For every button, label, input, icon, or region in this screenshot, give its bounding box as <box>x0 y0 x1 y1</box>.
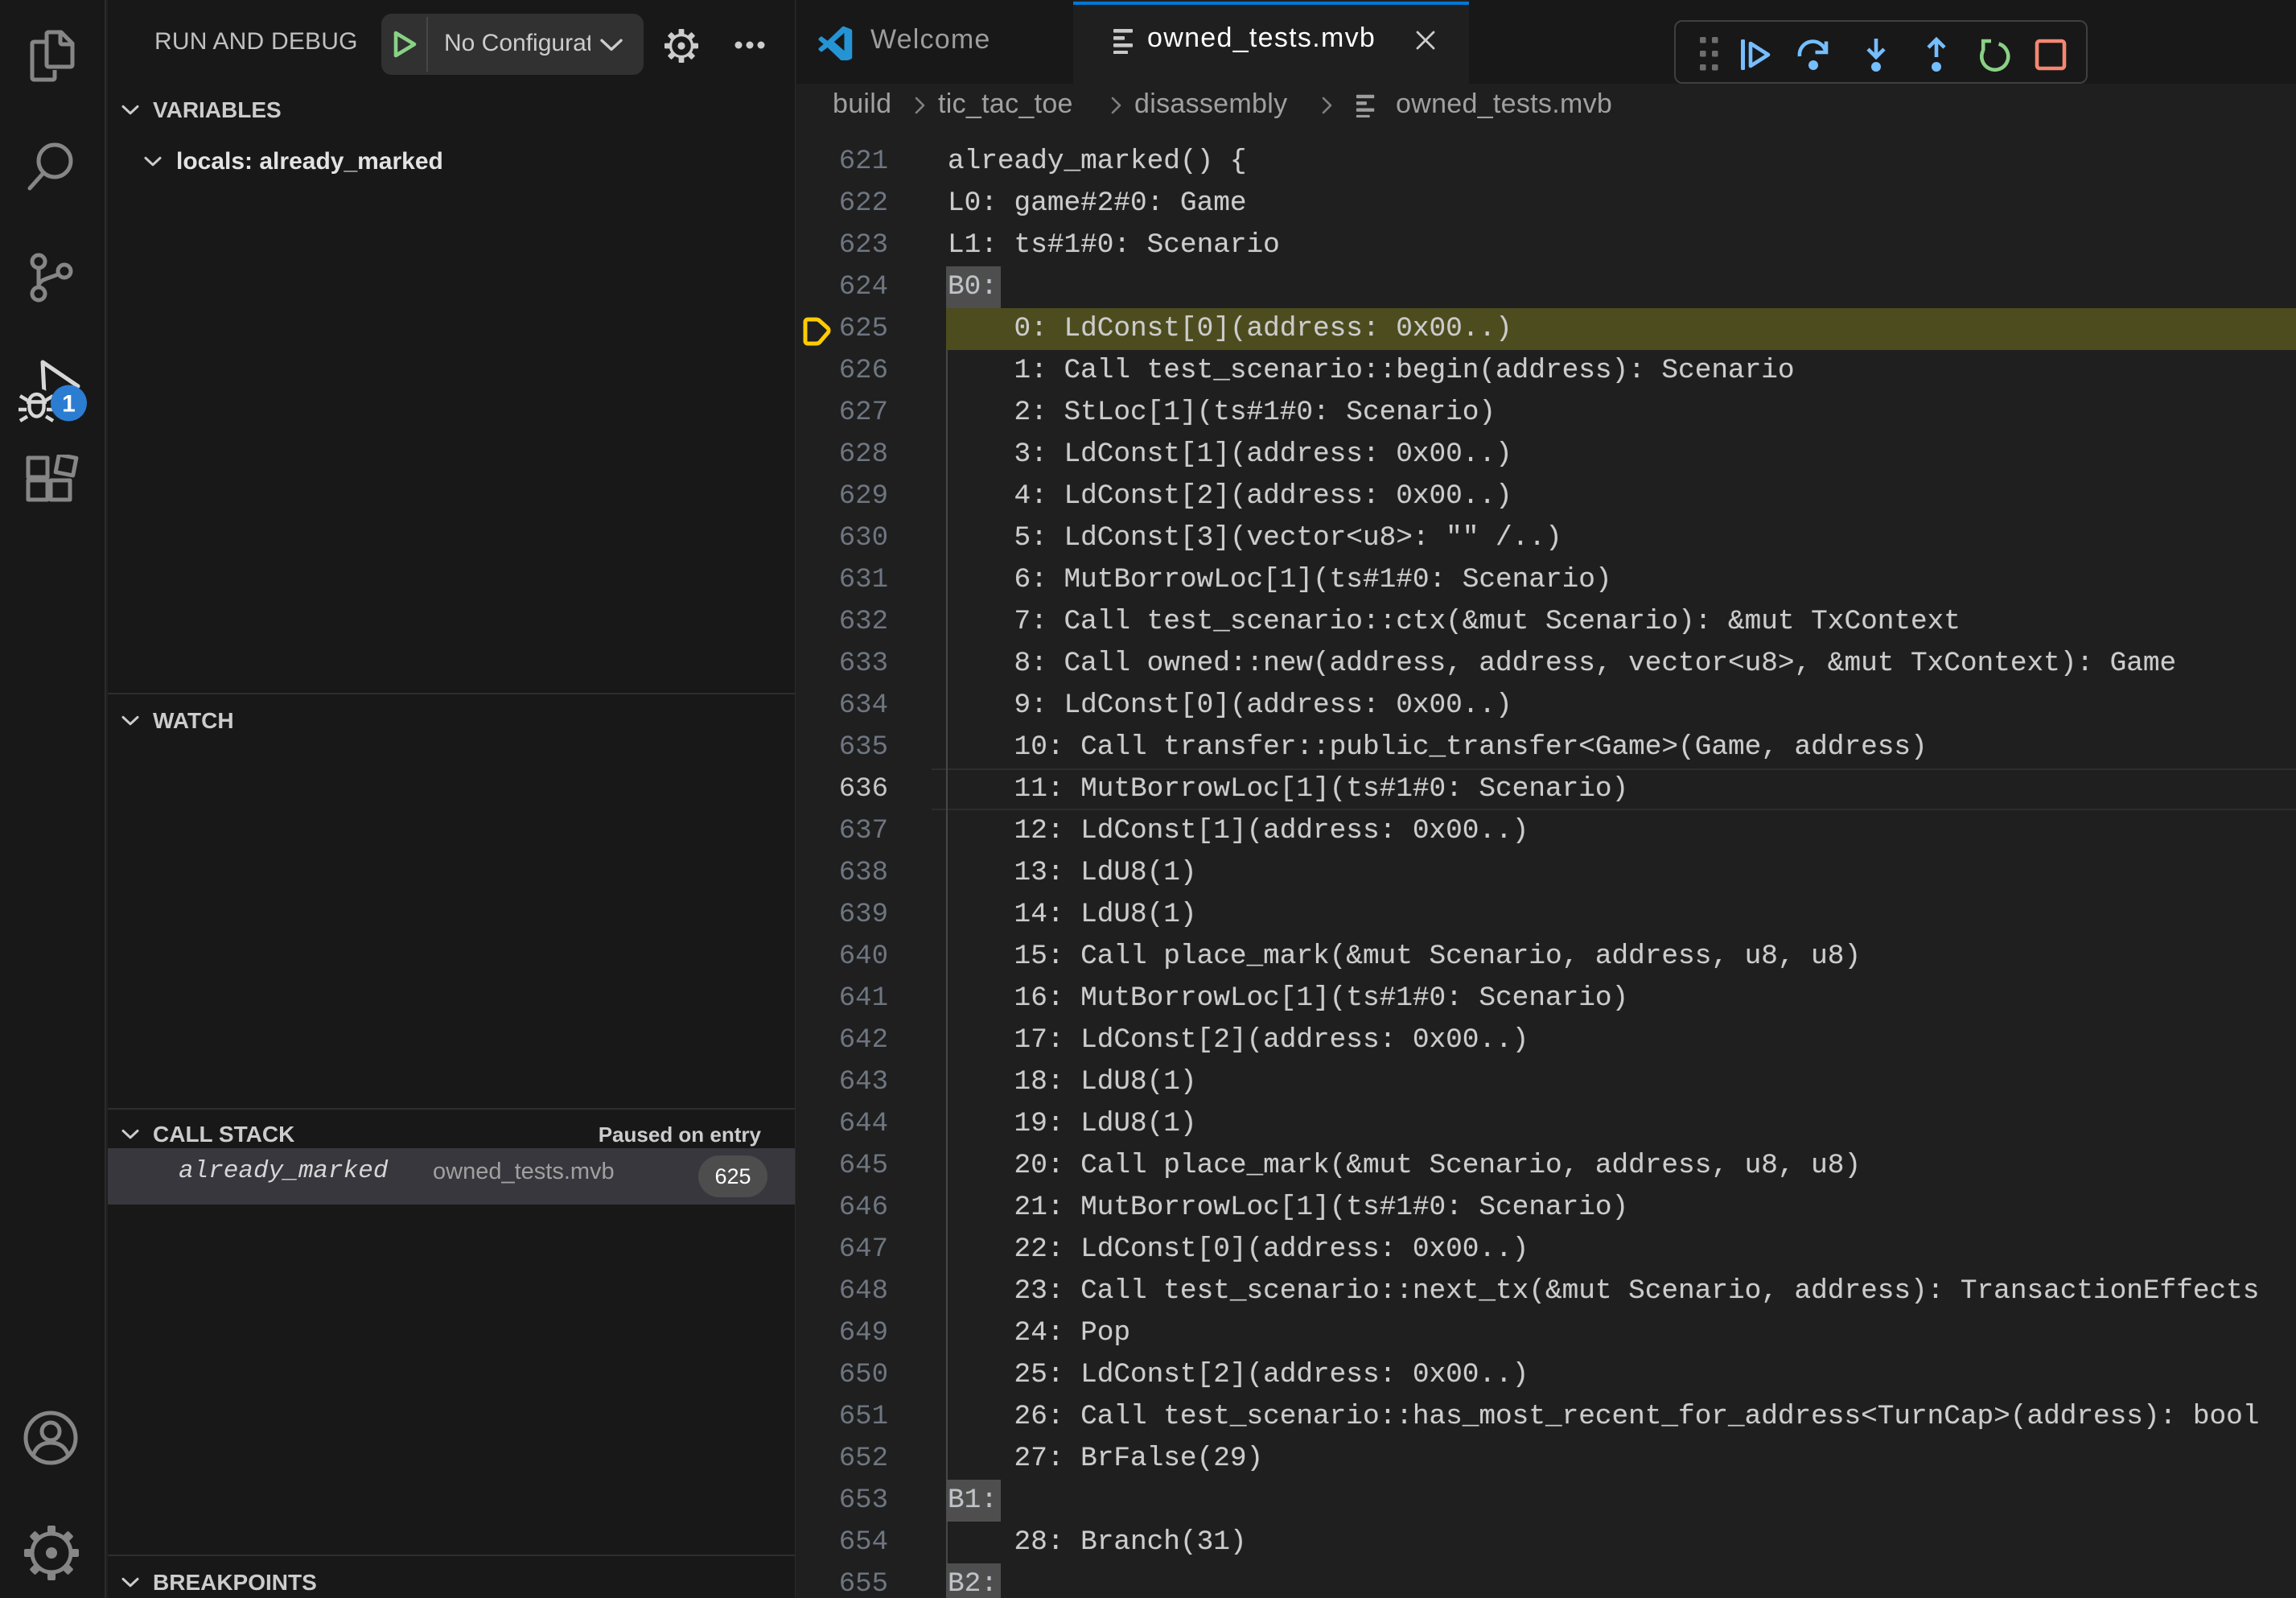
svg-text:1: 1 <box>62 391 76 418</box>
